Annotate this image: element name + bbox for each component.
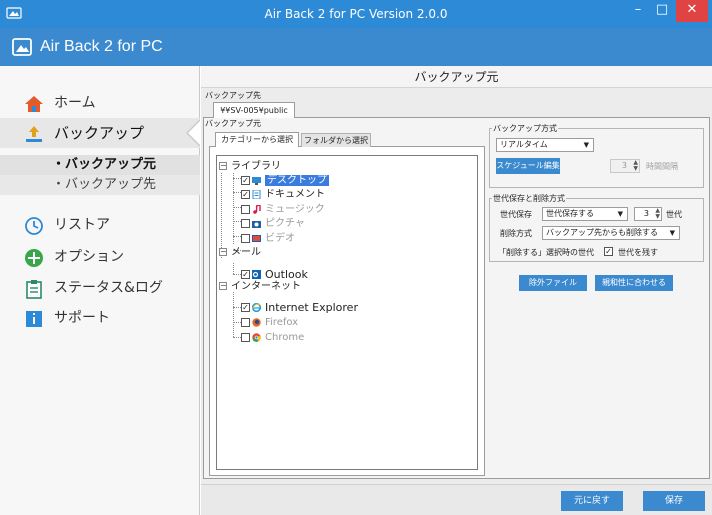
checkbox-unchecked[interactable] xyxy=(241,234,250,243)
destination-tab[interactable]: ¥¥SV-005¥public xyxy=(213,102,295,118)
close-button[interactable]: ✕ xyxy=(676,0,708,22)
checkbox-unchecked[interactable] xyxy=(241,318,250,327)
title-bar: Air Back 2 for PC Version 2.0.0 – □ ✕ xyxy=(0,0,712,28)
chevron-down-icon: ▼ xyxy=(617,210,623,218)
restore-icon xyxy=(25,217,43,235)
checkbox-checked[interactable]: ✓ xyxy=(241,270,250,279)
internet-explorer-icon xyxy=(252,303,261,312)
document-icon xyxy=(252,190,261,199)
sidebar-item-restore[interactable]: リストア xyxy=(0,210,200,240)
on-delete-generation-label: 「削除する」選択時の世代 xyxy=(498,248,594,257)
backup-method-select[interactable]: リアルタイム ▼ xyxy=(496,138,594,152)
sidebar-subitem-label: ・バックアップ元 xyxy=(52,157,157,172)
footer-bar: 元に戻す 保存 xyxy=(201,484,712,515)
sidebar-item-label: リストア xyxy=(54,217,110,233)
sidebar: ホーム バックアップ ・バックアップ元 ・バックアップ先 リストア オプション … xyxy=(0,66,201,515)
category-tree: − ライブラリ ✓ デスクトップ ✓ ドキュメント ミュージック ピクチャ ビデ… xyxy=(216,155,478,470)
sidebar-item-option[interactable]: オプション xyxy=(0,242,200,272)
camera-icon xyxy=(252,221,261,228)
sidebar-item-support[interactable]: サポート xyxy=(0,303,200,333)
tab-folder-select[interactable]: フォルダから選択 xyxy=(301,133,371,147)
sidebar-item-label: バックアップ xyxy=(54,124,145,142)
desktop-icon xyxy=(252,177,261,185)
checkbox-checked[interactable]: ✓ xyxy=(241,176,250,185)
destination-label: バックアップ先 xyxy=(205,91,261,100)
minimize-button[interactable]: – xyxy=(626,0,650,22)
delete-method-label: 削除方式 xyxy=(500,229,532,238)
keep-generation-checkbox[interactable]: ✓ xyxy=(604,247,613,256)
app-header: Air Back 2 for PC xyxy=(0,28,712,66)
interval-label: 時間間隔 xyxy=(646,162,678,171)
outlook-icon xyxy=(252,270,261,279)
revert-button[interactable]: 元に戻す xyxy=(561,491,623,511)
sidebar-item-status-log[interactable]: ステータス&ログ xyxy=(0,273,200,303)
sidebar-item-label: ホーム xyxy=(54,95,96,111)
chevron-down-icon: ▼ xyxy=(669,229,675,237)
checkbox-checked[interactable]: ✓ xyxy=(241,303,250,312)
support-icon xyxy=(26,311,42,327)
generation-save-select[interactable]: 世代保存する ▼ xyxy=(542,207,628,221)
sidebar-item-backup[interactable]: バックアップ xyxy=(0,118,201,148)
collapse-icon[interactable]: − xyxy=(219,282,227,290)
sidebar-subitem-label: ・バックアップ先 xyxy=(52,177,157,192)
app-name: Air Back 2 for PC xyxy=(40,38,163,55)
backup-method-group: バックアップ方式 リアルタイム ▼ スケジュール編集 3 ▲ ▼ 時間間隔 xyxy=(489,123,704,188)
generation-count-unit: 世代 xyxy=(666,210,682,219)
keep-generation-label: 世代を残す xyxy=(618,248,658,257)
page-title: バックアップ元 xyxy=(201,66,712,88)
sidebar-item-home[interactable]: ホーム xyxy=(0,88,200,118)
sidebar-subitem-backup-destination[interactable]: ・バックアップ先 xyxy=(0,175,200,195)
sidebar-item-label: ステータス&ログ xyxy=(54,280,163,296)
generation-save-label: 世代保存 xyxy=(500,210,532,219)
generation-group: 世代保存と削除方式 世代保存 世代保存する ▼ 3 ▲ ▼ 世代 削除方式 バック… xyxy=(489,193,704,262)
save-button[interactable]: 保存 xyxy=(643,491,705,511)
chrome-icon xyxy=(252,333,261,342)
sidebar-subitem-backup-source[interactable]: ・バックアップ元 xyxy=(0,155,200,175)
firefox-icon xyxy=(252,318,261,327)
sidebar-item-label: サポート xyxy=(54,310,110,326)
source-panel: − ライブラリ ✓ デスクトップ ✓ ドキュメント ミュージック ピクチャ ビデ… xyxy=(209,146,485,476)
maximize-button[interactable]: □ xyxy=(650,0,674,22)
music-icon xyxy=(253,205,261,214)
delete-method-select[interactable]: バックアップ先からも削除する ▼ xyxy=(542,226,680,240)
exclude-files-button[interactable]: 除外ファイル xyxy=(519,275,587,291)
main-content: バックアップ元 バックアップ先 ¥¥SV-005¥public バックアップ元 … xyxy=(201,66,712,515)
source-label: バックアップ元 xyxy=(205,119,261,128)
group-title: バックアップ方式 xyxy=(492,123,558,134)
generation-count-stepper[interactable]: 3 ▲ ▼ xyxy=(634,207,662,221)
stepper-arrows-icon[interactable]: ▲ ▼ xyxy=(633,160,638,172)
app-logo-icon xyxy=(12,38,32,56)
tab-category-select[interactable]: カテゴリーから選択 xyxy=(215,132,299,147)
log-icon xyxy=(26,280,42,299)
checkbox-unchecked[interactable] xyxy=(241,205,250,214)
sidebar-item-label: オプション xyxy=(54,249,124,265)
backup-icon xyxy=(26,126,42,142)
home-icon xyxy=(25,96,43,112)
window-title: Air Back 2 for PC Version 2.0.0 xyxy=(264,7,448,21)
checkbox-checked[interactable]: ✓ xyxy=(241,190,250,199)
stepper-arrows-icon[interactable]: ▲ ▼ xyxy=(655,208,660,220)
schedule-edit-button[interactable]: スケジュール編集 xyxy=(496,158,560,174)
option-icon xyxy=(25,249,43,267)
chevron-down-icon: ▼ xyxy=(583,141,589,149)
checkbox-unchecked[interactable] xyxy=(241,219,250,228)
interval-stepper[interactable]: 3 ▲ ▼ xyxy=(610,159,640,173)
video-icon xyxy=(252,235,261,242)
match-affinity-button[interactable]: 親和性に合わせる xyxy=(595,275,673,291)
collapse-icon[interactable]: − xyxy=(219,162,227,170)
checkbox-unchecked[interactable] xyxy=(241,333,250,342)
collapse-icon[interactable]: − xyxy=(219,248,227,256)
group-title: 世代保存と削除方式 xyxy=(492,193,566,204)
